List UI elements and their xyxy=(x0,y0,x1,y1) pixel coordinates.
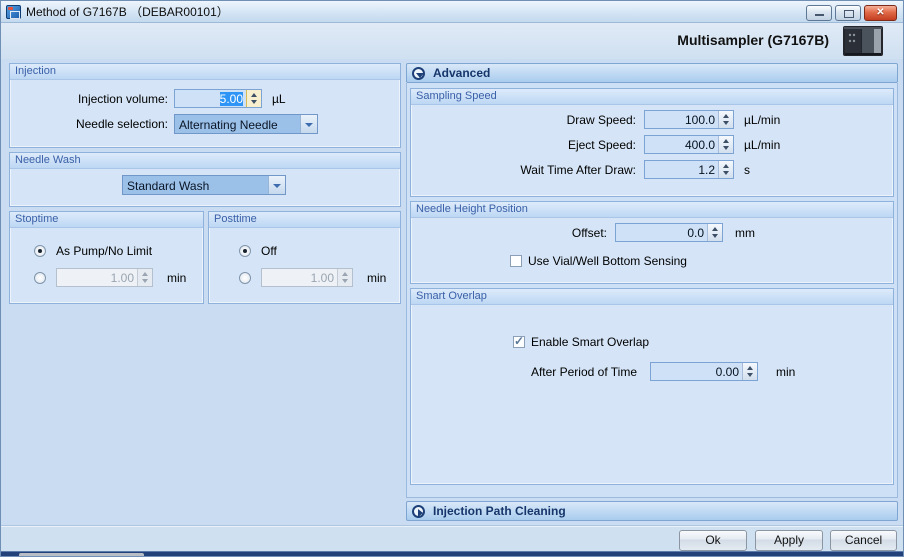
posttime-time-spinner xyxy=(337,269,352,286)
injection-path-cleaning-expander[interactable]: Injection Path Cleaning xyxy=(406,501,898,521)
posttime-off-label: Off xyxy=(261,244,277,258)
group-smart-overlap-title: Smart Overlap xyxy=(411,289,893,305)
apply-button[interactable]: Apply xyxy=(755,530,823,551)
stoptime-time-field: 1.00 xyxy=(56,268,153,287)
needle-selection-value: Alternating Needle xyxy=(179,118,278,132)
advanced-expander[interactable]: Advanced xyxy=(406,63,898,83)
method-dialog: Method of G7167B （DEBAR00101） Multisampl… xyxy=(0,0,904,557)
group-smart-overlap: Smart Overlap Enable Smart Overlap After… xyxy=(410,288,894,485)
app-icon xyxy=(6,4,21,19)
after-period-unit: min xyxy=(776,364,796,379)
group-needle-wash: Needle Wash Standard Wash xyxy=(9,152,401,207)
draw-speed-unit: µL/min xyxy=(744,112,781,127)
group-needle-height-title: Needle Height Position xyxy=(411,202,893,218)
wait-time-value: 1.2 xyxy=(698,163,715,177)
window-title: Method of G7167B （DEBAR00101） xyxy=(26,5,229,19)
group-stoptime: Stoptime As Pump/No Limit 1.00 min xyxy=(9,211,204,304)
group-sampling-speed: Sampling Speed Draw Speed: 100.0 µL/min … xyxy=(410,88,894,197)
cancel-button[interactable]: Cancel xyxy=(830,530,897,551)
wait-time-label: Wait Time After Draw: xyxy=(520,162,636,177)
wait-time-spinner[interactable] xyxy=(718,161,733,178)
close-button[interactable] xyxy=(864,5,897,21)
stoptime-time-unit: min xyxy=(167,270,187,285)
group-injection-title: Injection xyxy=(10,64,400,80)
window-controls xyxy=(806,5,897,21)
wait-time-unit: s xyxy=(744,162,750,177)
eject-speed-field[interactable]: 400.0 xyxy=(644,135,734,154)
wait-time-field[interactable]: 1.2 xyxy=(644,160,734,179)
posttime-time-field: 1.00 xyxy=(261,268,353,287)
offset-value: 0.0 xyxy=(687,226,704,240)
group-posttime: Posttime Off 1.00 min xyxy=(208,211,401,304)
posttime-off-radio[interactable] xyxy=(239,245,251,257)
stoptime-as-pump-label: As Pump/No Limit xyxy=(56,244,153,258)
eject-speed-value: 400.0 xyxy=(684,138,715,152)
footer: Ok Apply Cancel xyxy=(1,525,903,551)
background-window-edge xyxy=(19,553,144,556)
bottom-sensing-checkbox[interactable] xyxy=(510,255,522,267)
offset-field[interactable]: 0.0 xyxy=(615,223,723,242)
device-header: Multisampler (G7167B) xyxy=(1,23,903,59)
injection-volume-unit: µL xyxy=(272,91,286,106)
draw-speed-value: 100.0 xyxy=(684,113,715,127)
stoptime-time-value: 1.00 xyxy=(110,271,134,285)
bottom-edge xyxy=(1,551,903,556)
module-image xyxy=(843,26,883,56)
after-period-label: After Period of Time xyxy=(530,364,637,379)
minimize-button[interactable] xyxy=(806,5,832,21)
posttime-time-value: 1.00 xyxy=(310,271,334,285)
group-stoptime-title: Stoptime xyxy=(10,212,203,228)
offset-unit: mm xyxy=(735,225,755,240)
group-sampling-speed-title: Sampling Speed xyxy=(411,89,893,105)
chevron-down-icon[interactable] xyxy=(268,176,285,194)
enable-smart-overlap-label: Enable Smart Overlap xyxy=(531,335,650,349)
injection-volume-value: 5.00 xyxy=(219,92,243,106)
needle-wash-value: Standard Wash xyxy=(127,179,210,193)
after-period-field[interactable]: 0.00 xyxy=(650,362,758,381)
titlebar: Method of G7167B （DEBAR00101） xyxy=(1,1,903,23)
stoptime-time-spinner xyxy=(137,269,152,286)
needle-selection-dropdown[interactable]: Alternating Needle xyxy=(174,114,318,134)
enable-smart-overlap-checkbox[interactable] xyxy=(513,334,525,348)
chevron-right-circle-icon xyxy=(412,504,425,518)
offset-spinner[interactable] xyxy=(707,224,722,241)
group-injection: Injection Injection volume: 5.00 µL Need… xyxy=(9,63,401,148)
chevron-down-circle-icon xyxy=(412,66,425,80)
offset-label: Offset: xyxy=(571,225,607,240)
draw-speed-spinner[interactable] xyxy=(718,111,733,128)
chevron-down-icon[interactable] xyxy=(300,115,317,133)
eject-speed-spinner[interactable] xyxy=(718,136,733,153)
advanced-expander-label: Advanced xyxy=(433,66,491,80)
draw-speed-field[interactable]: 100.0 xyxy=(644,110,734,129)
injection-volume-spinner[interactable] xyxy=(246,90,261,107)
stoptime-as-pump-radio[interactable] xyxy=(34,245,46,257)
after-period-spinner[interactable] xyxy=(742,363,757,380)
device-title: Multisampler (G7167B) xyxy=(677,32,829,48)
ok-button[interactable]: Ok xyxy=(679,530,747,551)
eject-speed-label: Eject Speed: xyxy=(567,137,636,152)
group-posttime-title: Posttime xyxy=(209,212,400,228)
maximize-button[interactable] xyxy=(835,5,861,21)
stoptime-time-radio[interactable] xyxy=(34,271,46,284)
after-period-value: 0.00 xyxy=(715,365,739,379)
needle-selection-label: Needle selection: xyxy=(75,117,168,131)
needle-wash-dropdown[interactable]: Standard Wash xyxy=(122,175,286,195)
posttime-time-radio[interactable] xyxy=(239,271,251,284)
draw-speed-label: Draw Speed: xyxy=(566,112,636,127)
injection-volume-field[interactable]: 5.00 xyxy=(174,89,262,108)
injection-path-cleaning-label: Injection Path Cleaning xyxy=(433,504,566,518)
posttime-time-unit: min xyxy=(367,270,387,285)
group-needle-height: Needle Height Position Offset: 0.0 mm Us… xyxy=(410,201,894,284)
eject-speed-unit: µL/min xyxy=(744,137,781,152)
advanced-panel: Sampling Speed Draw Speed: 100.0 µL/min … xyxy=(406,83,898,498)
injection-volume-label: Injection volume: xyxy=(77,91,168,106)
group-needle-wash-title: Needle Wash xyxy=(10,153,400,169)
bottom-sensing-label: Use Vial/Well Bottom Sensing xyxy=(528,254,687,268)
